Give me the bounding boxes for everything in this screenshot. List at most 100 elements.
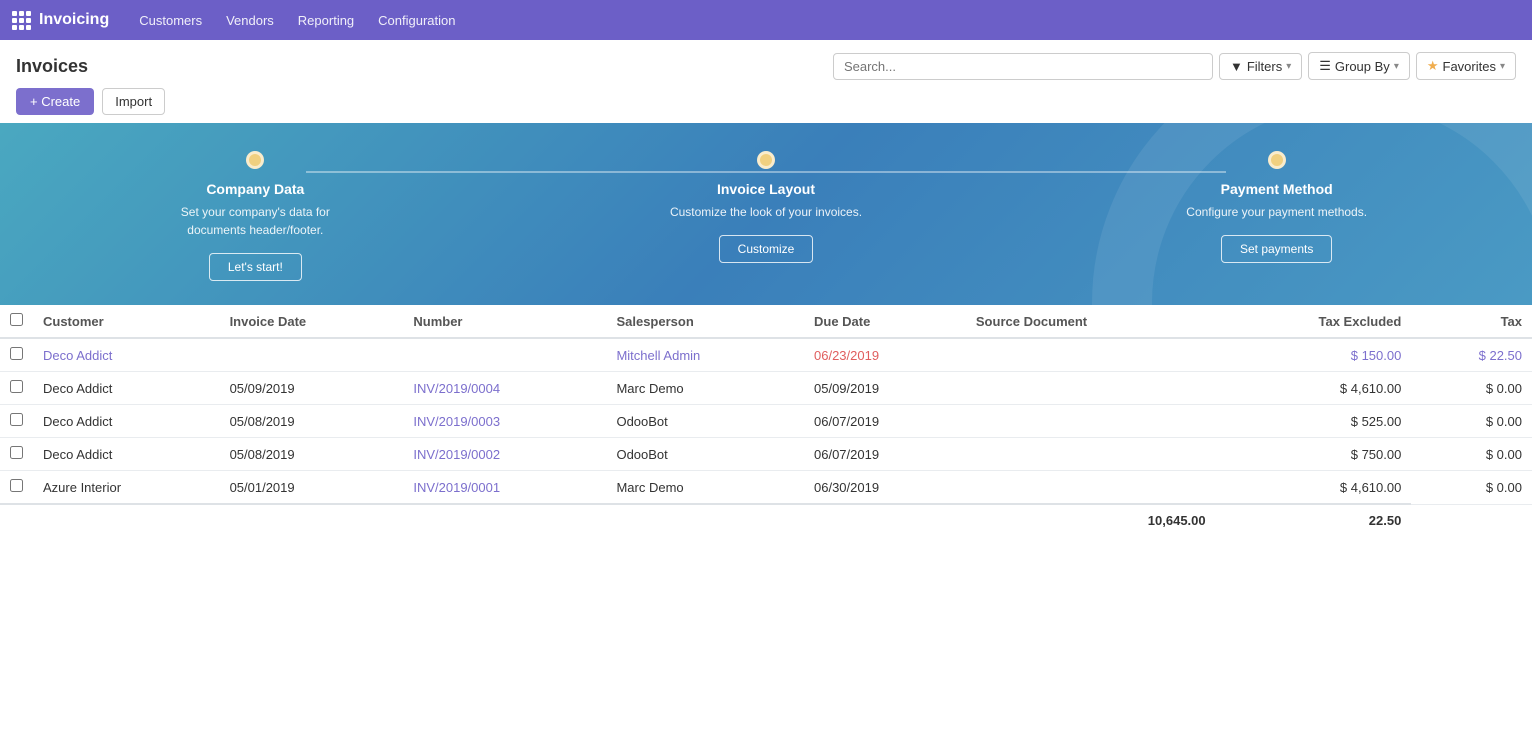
row-checkbox-2[interactable] xyxy=(10,413,23,426)
filter-icon: ▼ xyxy=(1230,59,1243,74)
row-checkbox-0[interactable] xyxy=(10,347,23,360)
customer-link-0[interactable]: Deco Addict xyxy=(43,348,112,363)
salesperson-cell-2: OdooBot xyxy=(606,405,804,438)
invoice-date-cell-2: 05/08/2019 xyxy=(220,405,404,438)
tax-excluded-link-0[interactable]: $ 150.00 xyxy=(1351,348,1402,363)
banner-step-desc-1: Set your company's data for documents he… xyxy=(155,203,355,239)
customer-cell-1: Deco Addict xyxy=(33,372,220,405)
right-controls: ▼ Filters ▾ ☰ Group By ▾ ★ Favorites ▾ xyxy=(833,52,1516,80)
table-row: Azure Interior05/01/2019INV/2019/0001Mar… xyxy=(0,471,1532,505)
banner-step-payment: Payment Method Configure your payment me… xyxy=(1021,151,1532,263)
due-date-cell-1: 05/09/2019 xyxy=(804,372,966,405)
col-due-date[interactable]: Due Date xyxy=(804,305,966,338)
invoice-number-link-1[interactable]: INV/2019/0004 xyxy=(413,381,500,396)
row-checkbox-3[interactable] xyxy=(10,446,23,459)
col-source-doc-label: Source Document xyxy=(976,314,1087,329)
step-circle-3 xyxy=(1268,151,1286,169)
topnav-item-customers[interactable]: Customers xyxy=(129,7,212,34)
groupby-chevron: ▾ xyxy=(1394,61,1399,72)
due-date-cell-2: 06/07/2019 xyxy=(804,405,966,438)
col-source-doc[interactable]: Source Document xyxy=(966,305,1216,338)
invoice-number-link-4[interactable]: INV/2019/0001 xyxy=(413,480,500,495)
page-content: Invoices ▼ Filters ▾ ☰ Group By ▾ ★ Favo… xyxy=(0,40,1532,753)
filters-button[interactable]: ▼ Filters ▾ xyxy=(1219,53,1302,80)
salesperson-link-0[interactable]: Mitchell Admin xyxy=(616,348,700,363)
import-label: Import xyxy=(115,94,152,109)
toolbar: + Create Import xyxy=(0,88,1532,123)
top-menu: CustomersVendorsReportingConfiguration xyxy=(129,13,465,28)
customer-cell-4: Azure Interior xyxy=(33,471,220,505)
banner-step-title-2: Invoice Layout xyxy=(717,181,815,197)
banner-btn-1[interactable]: Let's start! xyxy=(209,253,302,281)
grid-icon xyxy=(12,11,31,30)
tax-excluded-cell-1: $ 4,610.00 xyxy=(1216,372,1412,405)
banner-step-desc-2: Customize the look of your invoices. xyxy=(670,203,862,221)
topnav-item-reporting[interactable]: Reporting xyxy=(288,7,364,34)
favorites-label: Favorites xyxy=(1443,59,1496,74)
banner-btn-label-1: Let's start! xyxy=(228,260,283,274)
col-number[interactable]: Number xyxy=(403,305,606,338)
due-date-cell-4: 06/30/2019 xyxy=(804,471,966,505)
search-input[interactable] xyxy=(833,53,1213,80)
create-button[interactable]: + Create xyxy=(16,88,94,115)
source-doc-cell-3 xyxy=(966,438,1216,471)
row-checkbox-4[interactable] xyxy=(10,479,23,492)
app-brand[interactable]: Invoicing xyxy=(12,11,109,30)
salesperson-cell-1: Marc Demo xyxy=(606,372,804,405)
invoice-date-cell-3: 05/08/2019 xyxy=(220,438,404,471)
import-button[interactable]: Import xyxy=(102,88,165,115)
step-circle-2 xyxy=(757,151,775,169)
favorites-button[interactable]: ★ Favorites ▾ xyxy=(1416,52,1516,80)
col-tax-excluded[interactable]: Tax Excluded xyxy=(1216,305,1412,338)
tax-excluded-cell-2: $ 525.00 xyxy=(1216,405,1412,438)
invoice-date-cell-1: 05/09/2019 xyxy=(220,372,404,405)
banner-btn-label-2: Customize xyxy=(738,242,795,256)
row-checkbox-1[interactable] xyxy=(10,380,23,393)
source-doc-cell-1 xyxy=(966,372,1216,405)
star-icon: ★ xyxy=(1427,58,1439,74)
invoice-date-cell-0 xyxy=(220,338,404,372)
number-cell-4: INV/2019/0001 xyxy=(403,471,606,505)
footer-spacer xyxy=(0,504,966,536)
banner-btn-2[interactable]: Customize xyxy=(719,235,814,263)
col-customer-label: Customer xyxy=(43,314,104,329)
banner-btn-label-3: Set payments xyxy=(1240,242,1313,256)
footer-tax-excluded: 10,645.00 xyxy=(966,504,1216,536)
step-circle-1 xyxy=(246,151,264,169)
salesperson-cell-0: Mitchell Admin xyxy=(606,338,804,372)
combined-header: Invoices ▼ Filters ▾ ☰ Group By ▾ ★ Favo… xyxy=(0,40,1532,88)
banner-btn-3[interactable]: Set payments xyxy=(1221,235,1332,263)
filters-label: Filters xyxy=(1247,59,1282,74)
tax-cell-0: $ 22.50 xyxy=(1411,338,1532,372)
col-number-label: Number xyxy=(413,314,462,329)
topnav-item-vendors[interactable]: Vendors xyxy=(216,7,284,34)
col-salesperson-label: Salesperson xyxy=(616,314,693,329)
select-all-col xyxy=(0,305,33,338)
salesperson-cell-4: Marc Demo xyxy=(606,471,804,505)
topnav-item-configuration[interactable]: Configuration xyxy=(368,7,465,34)
tax-excluded-cell-3: $ 750.00 xyxy=(1216,438,1412,471)
col-salesperson[interactable]: Salesperson xyxy=(606,305,804,338)
tax-cell-3: $ 0.00 xyxy=(1411,438,1532,471)
salesperson-cell-3: OdooBot xyxy=(606,438,804,471)
table-row: Deco Addict Mitchell Admin 06/23/2019 $ 150… xyxy=(0,338,1532,372)
invoice-number-link-3[interactable]: INV/2019/0002 xyxy=(413,447,500,462)
col-tax[interactable]: Tax xyxy=(1411,305,1532,338)
due-date-cell-3: 06/07/2019 xyxy=(804,438,966,471)
col-invoice-date[interactable]: Invoice Date xyxy=(220,305,404,338)
tax-excluded-cell-4: $ 4,610.00 xyxy=(1216,471,1412,505)
tax-cell-4: $ 0.00 xyxy=(1411,471,1532,505)
due-date-cell-0: 06/23/2019 xyxy=(804,338,966,372)
setup-banner: Company Data Set your company's data for… xyxy=(0,123,1532,305)
groupby-button[interactable]: ☰ Group By ▾ xyxy=(1308,52,1410,80)
table-footer-row: 10,645.00 22.50 xyxy=(0,504,1532,536)
invoice-number-link-2[interactable]: INV/2019/0003 xyxy=(413,414,500,429)
col-customer[interactable]: Customer xyxy=(33,305,220,338)
select-all-checkbox[interactable] xyxy=(10,313,23,326)
table-header-row: Customer Invoice Date Number Salesperson… xyxy=(0,305,1532,338)
page-title: Invoices xyxy=(16,56,88,77)
col-tax-excluded-label: Tax Excluded xyxy=(1319,314,1402,329)
tax-link-0[interactable]: $ 22.50 xyxy=(1479,348,1522,363)
banner-step-desc-3: Configure your payment methods. xyxy=(1186,203,1367,221)
top-navigation: Invoicing CustomersVendorsReportingConfi… xyxy=(0,0,1532,40)
